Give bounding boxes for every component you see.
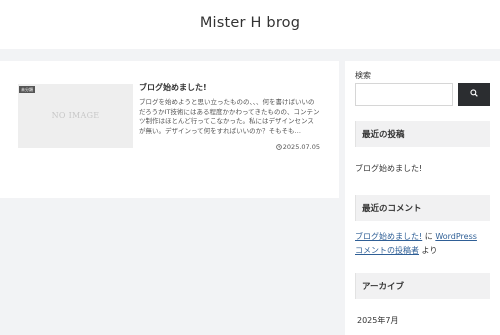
post-title[interactable]: ブログ始めました! (139, 82, 207, 93)
post-excerpt: ブログを始めようと思い立ったものの、、、何を書けばいいのだろうかIT技術にはある… (139, 98, 320, 135)
post-date: 2025.07.05 (262, 143, 320, 151)
recent-comments-heading-text: 最近のコメント (362, 204, 422, 214)
category-label: 未分類 (19, 86, 35, 93)
site-title[interactable]: Mister H brog (0, 15, 500, 31)
comment-author-link[interactable]: WordPress (435, 232, 477, 241)
comment-suffix: より (419, 246, 438, 255)
clock-icon (276, 143, 282, 150)
archives-heading-text: アーカイブ (362, 282, 404, 292)
recent-comments-heading: 最近のコメント (355, 195, 490, 221)
no-image-placeholder: NO IMAGE (51, 111, 100, 120)
archives-heading: アーカイブ (355, 273, 490, 299)
post-date-text: 2025.07.05 (282, 143, 320, 151)
comment-post-link[interactable]: ブログ始めました! (355, 232, 422, 241)
comment-connector: に (422, 232, 436, 241)
archive-item[interactable]: 2025年7月 (357, 315, 398, 326)
recent-posts-heading: 最近の投稿 (355, 121, 490, 147)
search-button[interactable] (458, 83, 490, 106)
recent-comment-item: ブログ始めました! に WordPress (355, 231, 477, 242)
recent-comment-item-cont: コメントの投稿者 より (355, 245, 437, 256)
search-widget-label: 検索 (355, 71, 371, 80)
recent-post-item[interactable]: ブログ始めました! (355, 163, 422, 174)
post-thumbnail[interactable]: NO IMAGE (18, 84, 133, 148)
site-header: Mister H brog (0, 0, 500, 49)
recent-posts-heading-text: 最近の投稿 (362, 130, 405, 140)
search-icon (470, 89, 478, 98)
comment-author-link-cont[interactable]: コメントの投稿者 (355, 246, 419, 255)
search-input[interactable] (355, 83, 453, 106)
